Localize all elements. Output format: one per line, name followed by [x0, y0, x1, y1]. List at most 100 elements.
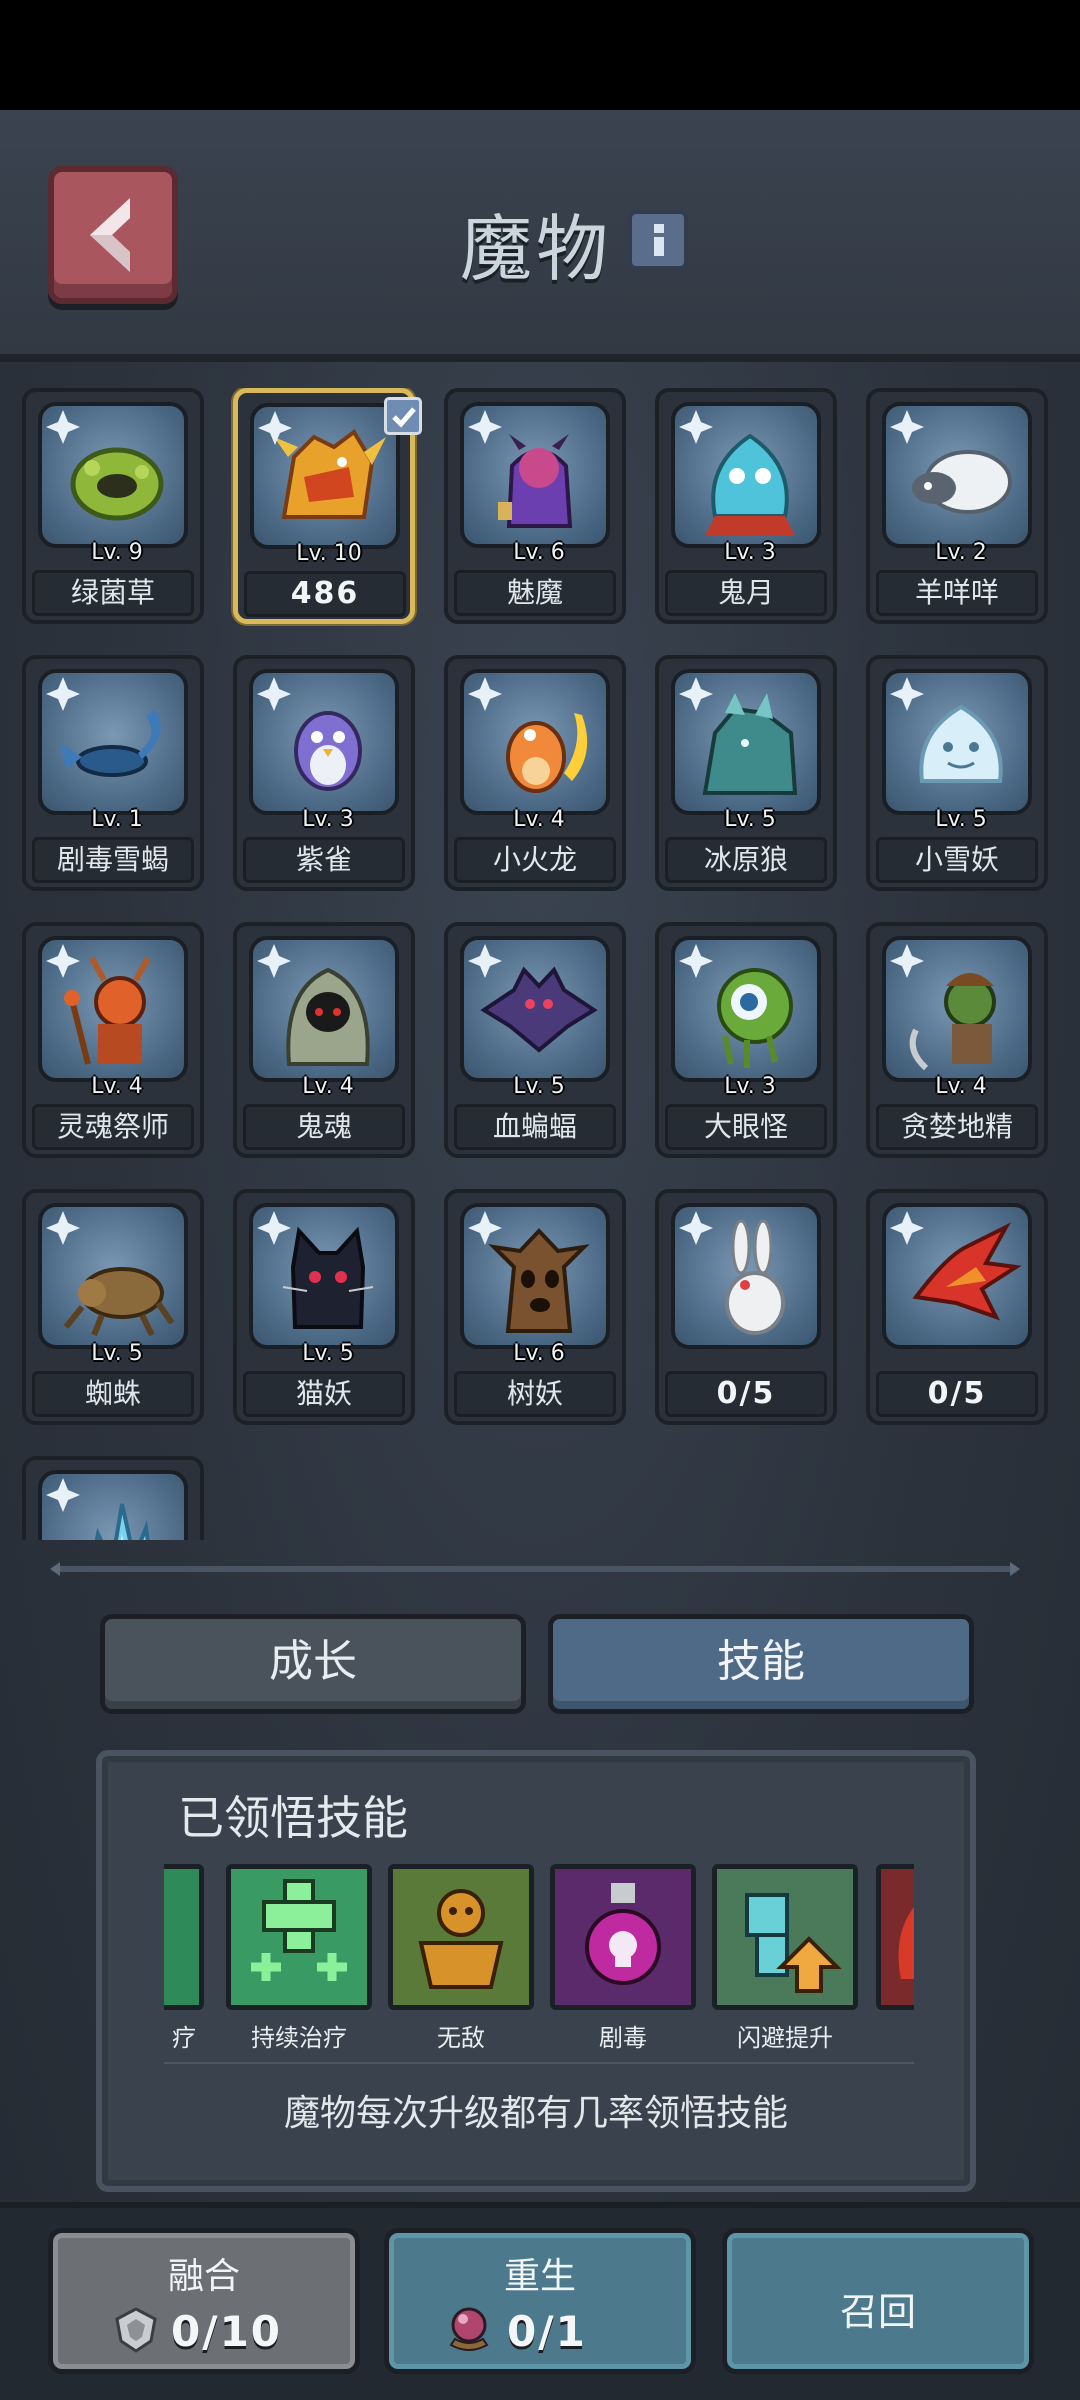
monster-card[interactable]: 0/5	[866, 1189, 1048, 1425]
skill-item[interactable]: 持续治疗	[226, 1864, 372, 2053]
monster-card[interactable]: Lv. 5 小雪妖	[866, 655, 1048, 891]
sparkle-icon	[250, 403, 300, 457]
monster-grid: Lv. 9 绿菌草 Lv. 10 486 Lv. 6 魅魔 Lv. 3 鬼月 Lv. 2 羊咩咩 L…	[20, 388, 1060, 1540]
monster-level: Lv. 3	[302, 807, 354, 832]
monster-card[interactable]: Lv. 5 冰原狼	[655, 655, 837, 891]
sparkle-icon	[38, 936, 88, 990]
monster-card[interactable]: Lv. 4 小火龙	[444, 655, 626, 891]
poison-icon[interactable]	[550, 1864, 696, 2010]
monster-card[interactable]: Lv. 4 鬼魂	[233, 922, 415, 1158]
monster-card[interactable]: Lv. 4 灵魂祭师	[22, 922, 204, 1158]
tab-skills[interactable]: 技能	[548, 1614, 974, 1714]
sparkle-icon	[38, 402, 88, 456]
monster-level: Lv. 6	[513, 540, 565, 565]
monster-name: 贪婪地精	[876, 1104, 1038, 1150]
sparkle-icon	[882, 402, 932, 456]
monster-name: 486	[244, 571, 406, 617]
sparkle-icon	[882, 936, 932, 990]
monster-level: Lv. 4	[91, 1074, 143, 1099]
sparkle-icon	[671, 936, 721, 990]
monster-card[interactable]: Lv. 10 486	[233, 388, 422, 624]
monster-card[interactable]: Lv. 4 贪婪地精	[866, 922, 1048, 1158]
page-title: 魔物	[460, 207, 613, 291]
monster-card[interactable]: Lv. 6 魅魔	[444, 388, 626, 624]
monster-level: Lv. 5	[724, 807, 776, 832]
sparkle-icon	[882, 1203, 932, 1257]
skill-item[interactable]: 闪避提升	[712, 1864, 858, 2053]
monster-level: Lv. 5	[513, 1074, 565, 1099]
monster-card[interactable]: Lv. 5 猫妖	[233, 1189, 415, 1425]
rebirth-orb-icon	[449, 2307, 489, 2351]
info-icon	[654, 224, 664, 256]
reborn-label: 重生	[503, 2256, 576, 2297]
monster-card[interactable]: Lv. 6 树妖	[444, 1189, 626, 1425]
fuse-label: 融合	[167, 2256, 240, 2297]
dodge-up-icon[interactable]	[712, 1864, 858, 2010]
heal-icon[interactable]	[164, 1864, 204, 2010]
monster-name: 鬼魂	[243, 1104, 405, 1150]
info-button[interactable]	[628, 210, 688, 270]
monster-name: 血蝙蝠	[454, 1104, 616, 1150]
fuse-count: 0/10	[171, 2307, 283, 2356]
skill-list[interactable]: 疗 持续治疗 无敌 剧毒 闪避提升	[164, 1864, 914, 2054]
monster-name: 羊咩咩	[876, 570, 1038, 616]
recall-button[interactable]: 召回	[722, 2228, 1034, 2374]
panel-divider	[164, 2062, 914, 2064]
monster-name: 树妖	[454, 1371, 616, 1417]
monster-card[interactable]: Lv. 1 剧毒雪蝎	[22, 655, 204, 891]
monster-level: Lv. 5	[935, 807, 987, 832]
skill-item[interactable]: 疗	[164, 1864, 204, 2053]
sparkle-icon	[249, 1203, 299, 1257]
invincible-icon[interactable]	[388, 1864, 534, 2010]
fuse-button[interactable]: 融合 0/10	[48, 2228, 360, 2374]
skill-label: 剧毒	[599, 2024, 647, 2052]
monster-name: 冰原狼	[665, 837, 827, 883]
fire-skill-icon[interactable]	[876, 1864, 914, 2010]
monster-card[interactable]: Lv. 3 紫雀	[233, 655, 415, 891]
monster-card[interactable]: Lv. 5 蜘蛛	[22, 1189, 204, 1425]
monster-level: Lv. 3	[724, 1074, 776, 1099]
monster-name: 大眼怪	[665, 1104, 827, 1150]
monster-level: Lv. 3	[724, 540, 776, 565]
sparkle-icon	[249, 669, 299, 723]
screen: 魔物 Lv. 9 绿菌草 Lv. 10 486 Lv. 6 魅魔 Lv. 3 鬼月 Lv. 2 羊…	[0, 0, 1080, 2400]
sparkle-icon	[671, 402, 721, 456]
monster-name: 0/5	[876, 1371, 1038, 1417]
regen-icon[interactable]	[226, 1864, 372, 2010]
monster-level: Lv. 4	[302, 1074, 354, 1099]
sparkle-icon	[460, 402, 510, 456]
reborn-button[interactable]: 重生 0/1	[384, 2228, 696, 2374]
monster-card[interactable]	[22, 1456, 204, 1540]
status-bar	[0, 0, 1080, 110]
sparkle-icon	[671, 669, 721, 723]
monster-card[interactable]: Lv. 3 大眼怪	[655, 922, 837, 1158]
skills-panel: 已领悟技能 疗 持续治疗 无敌 剧毒 闪避提升 魔物每次升级都有几率领悟技能	[96, 1750, 976, 2192]
sparkle-icon	[460, 1203, 510, 1257]
sparkle-icon	[249, 936, 299, 990]
sparkle-icon	[38, 1203, 88, 1257]
monster-card[interactable]: Lv. 5 血蝙蝠	[444, 922, 626, 1158]
skill-item[interactable]: 剧毒	[550, 1864, 696, 2053]
monster-name: 鬼月	[665, 570, 827, 616]
tab-growth[interactable]: 成长	[100, 1614, 526, 1714]
monster-card[interactable]: Lv. 3 鬼月	[655, 388, 837, 624]
skill-label: 持续治疗	[251, 2024, 347, 2052]
skill-item[interactable]: 无敌	[388, 1864, 534, 2053]
skills-hint: 魔物每次升级都有几率领悟技能	[283, 2093, 788, 2134]
skill-item[interactable]	[876, 1864, 914, 2010]
selected-check-icon	[384, 397, 422, 435]
sparkle-icon	[882, 669, 932, 723]
monster-card[interactable]: Lv. 2 羊咩咩	[866, 388, 1048, 624]
monster-card[interactable]: 0/5	[655, 1189, 837, 1425]
skill-label: 疗	[172, 2024, 196, 2052]
sparkle-icon	[38, 1470, 88, 1524]
monster-screen: 魔物 Lv. 9 绿菌草 Lv. 10 486 Lv. 6 魅魔 Lv. 3 鬼月 Lv. 2 羊…	[0, 110, 1080, 2400]
monster-name: 蜘蛛	[32, 1371, 194, 1417]
back-button[interactable]	[48, 166, 178, 304]
monster-level: Lv. 9	[91, 540, 143, 565]
sparkle-icon	[38, 669, 88, 723]
monster-name: 0/5	[665, 1371, 827, 1417]
monster-card[interactable]: Lv. 9 绿菌草	[22, 388, 204, 624]
back-arrow-icon	[90, 198, 130, 272]
skills-title: 已领悟技能	[178, 1791, 408, 1845]
